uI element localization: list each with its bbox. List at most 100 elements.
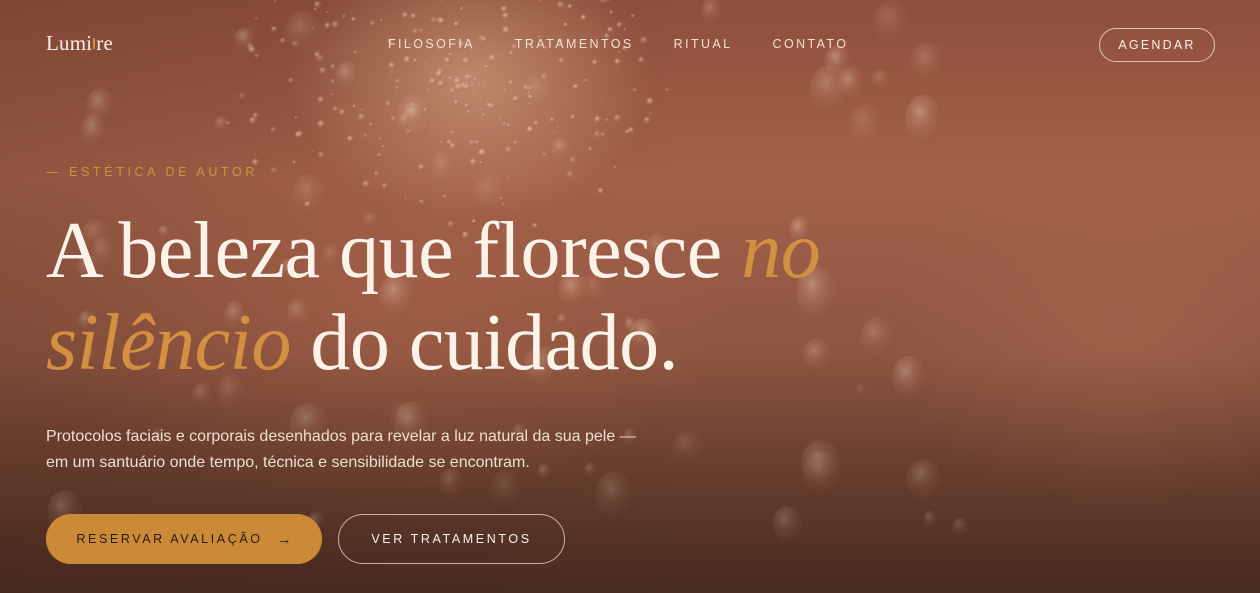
water-droplet [444,56,451,64]
water-droplet [418,28,424,34]
water-droplet [584,78,589,83]
water-droplet [430,16,439,25]
water-droplet [463,103,470,109]
water-droplet [512,95,520,103]
view-treatments-button[interactable]: VER TRATAMENTOS [338,514,565,564]
water-droplet [506,176,510,180]
water-droplet [488,54,497,63]
water-droplet [951,517,969,536]
water-droplet [527,94,534,100]
water-droplet [317,120,326,129]
nav-link-filosofia[interactable]: FILOSOFIA [388,37,475,51]
water-droplet [508,79,514,86]
water-droplet [430,152,455,183]
water-droplet [772,506,802,542]
water-droplet [412,58,418,64]
water-droplet [395,94,432,140]
water-droplet [351,16,357,23]
water-droplet [499,196,504,201]
water-droplet [326,11,329,14]
water-droplet [238,93,246,100]
nav-link-ritual[interactable]: RITUAL [674,37,733,51]
water-droplet [551,150,554,153]
water-droplet [473,94,476,97]
water-droplet [459,81,468,90]
water-droplet [384,100,392,108]
water-droplet [394,78,401,85]
water-droplet [649,112,652,115]
water-droplet [580,14,588,22]
water-droplet [246,42,255,51]
water-droplet [402,102,425,124]
water-droplet [270,167,279,175]
water-droplet [294,116,298,120]
water-droplet [349,137,352,141]
agendar-button[interactable]: AGENDAR [1099,28,1215,62]
water-droplet [464,73,472,82]
water-droplet [313,0,322,10]
water-droplet [468,75,473,79]
water-droplet [417,163,426,172]
water-droplet [469,102,472,105]
water-droplet [527,91,530,94]
water-droplet [503,87,509,93]
water-droplet [488,103,491,106]
water-droplet [437,68,444,75]
nav-link-contato[interactable]: CONTATO [773,37,849,51]
water-droplet [403,55,412,65]
water-droplet [214,115,229,132]
water-droplet [526,85,533,93]
water-droplet [601,98,604,101]
nav-link-tratamentos[interactable]: TRATAMENTOS [515,37,634,51]
water-droplet [533,120,540,127]
water-droplet [346,135,355,143]
water-droplet [405,128,412,135]
water-droplet [330,93,334,97]
water-droplet [563,22,567,26]
water-droplet [330,63,337,71]
water-droplet [593,130,602,139]
hero-description: Protocolos faciais e corporais desenhado… [46,428,636,471]
hero-section: Lumi re FILOSOFIA TRATAMENTOS RITUAL CONT… [0,0,1260,593]
water-droplet [357,113,367,122]
brand-logo[interactable]: Lumi re [46,31,113,56]
water-droplet [254,53,260,59]
water-droplet [501,12,510,21]
water-droplet [448,76,453,81]
water-droplet [523,74,553,110]
water-droplet [449,142,457,150]
water-droplet [423,107,428,113]
water-droplet [362,180,371,189]
water-droplet [613,165,618,170]
water-droplet [454,101,458,105]
water-droplet [616,21,623,29]
water-droplet [248,116,258,126]
water-droplet [569,156,577,165]
water-droplet [86,88,115,124]
water-droplet [459,6,464,11]
water-droplet [279,37,287,45]
water-droplet [473,77,478,82]
water-droplet [566,170,575,179]
water-droplet [466,110,471,115]
water-droplet [377,136,383,142]
water-droplet [423,62,427,66]
water-droplet [453,99,459,105]
reserve-evaluation-button[interactable]: RESERVAR AVALIAÇÃO → [46,514,322,564]
water-droplet [379,0,387,2]
water-droplet [316,54,326,64]
water-droplet [390,70,394,74]
water-droplet [479,161,483,164]
water-droplet [331,20,340,30]
water-droplet [395,86,399,90]
hero-eyebrow: — ESTÉTICA DE AUTOR [46,165,258,179]
water-droplet [597,187,605,195]
water-droplet [627,126,635,134]
reserve-button-label: RESERVAR AVALIAÇÃO [76,532,263,546]
water-droplet [294,132,301,138]
water-droplet [471,83,474,87]
water-droplet [388,62,397,71]
water-droplet [448,52,453,57]
water-droplet [503,29,507,33]
water-droplet [332,106,339,113]
